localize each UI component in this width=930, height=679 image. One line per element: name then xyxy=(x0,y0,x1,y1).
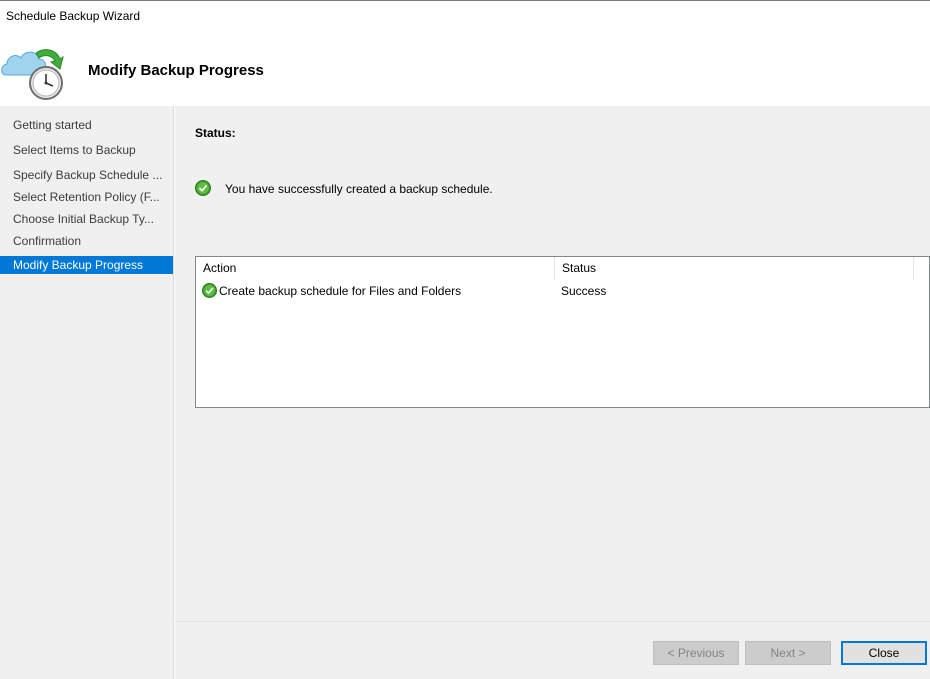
wizard-footer: < Previous Next > Close xyxy=(175,621,930,679)
next-button[interactable]: Next > xyxy=(745,641,831,665)
wizard-window: Schedule Backup Wizard Modify Backup Pro… xyxy=(0,0,930,679)
column-header-action[interactable]: Action xyxy=(196,257,555,280)
title-bar: Schedule Backup Wizard xyxy=(0,1,930,31)
nav-step-modify-backup-progress[interactable]: Modify Backup Progress xyxy=(0,256,173,274)
nav-step-select-items[interactable]: Select Items to Backup xyxy=(0,141,173,159)
green-check-icon xyxy=(202,283,217,298)
nav-step-retention-policy[interactable]: Select Retention Policy (F... xyxy=(0,188,173,206)
cloud-clock-backup-icon xyxy=(1,49,64,100)
row-action: Create backup schedule for Files and Fol… xyxy=(219,284,462,298)
table-row[interactable]: Create backup schedule for Files and Fol… xyxy=(196,281,929,301)
window-title: Schedule Backup Wizard xyxy=(6,9,141,23)
close-button[interactable]: Close xyxy=(841,641,927,665)
wizard-content: Status: You have successfully created a … xyxy=(175,106,930,621)
success-message: You have successfully created a backup s… xyxy=(225,182,493,196)
page-title: Modify Backup Progress xyxy=(88,62,264,79)
previous-button[interactable]: < Previous xyxy=(653,641,739,665)
status-label: Status: xyxy=(195,126,236,140)
nav-step-confirmation[interactable]: Confirmation xyxy=(0,232,173,250)
column-header-status[interactable]: Status xyxy=(555,257,914,280)
green-check-icon xyxy=(195,180,211,196)
table-header: Action Status xyxy=(196,257,929,281)
progress-table: Action Status Create backup schedule for… xyxy=(195,256,930,408)
nav-step-specify-schedule[interactable]: Specify Backup Schedule ... xyxy=(0,166,173,184)
row-status: Success xyxy=(561,284,607,298)
nav-step-getting-started[interactable]: Getting started xyxy=(0,116,173,134)
wizard-step-nav: Getting started Select Items to Backup S… xyxy=(0,106,174,679)
nav-step-initial-backup-type[interactable]: Choose Initial Backup Ty... xyxy=(0,210,173,228)
wizard-header: Modify Backup Progress xyxy=(0,31,930,106)
